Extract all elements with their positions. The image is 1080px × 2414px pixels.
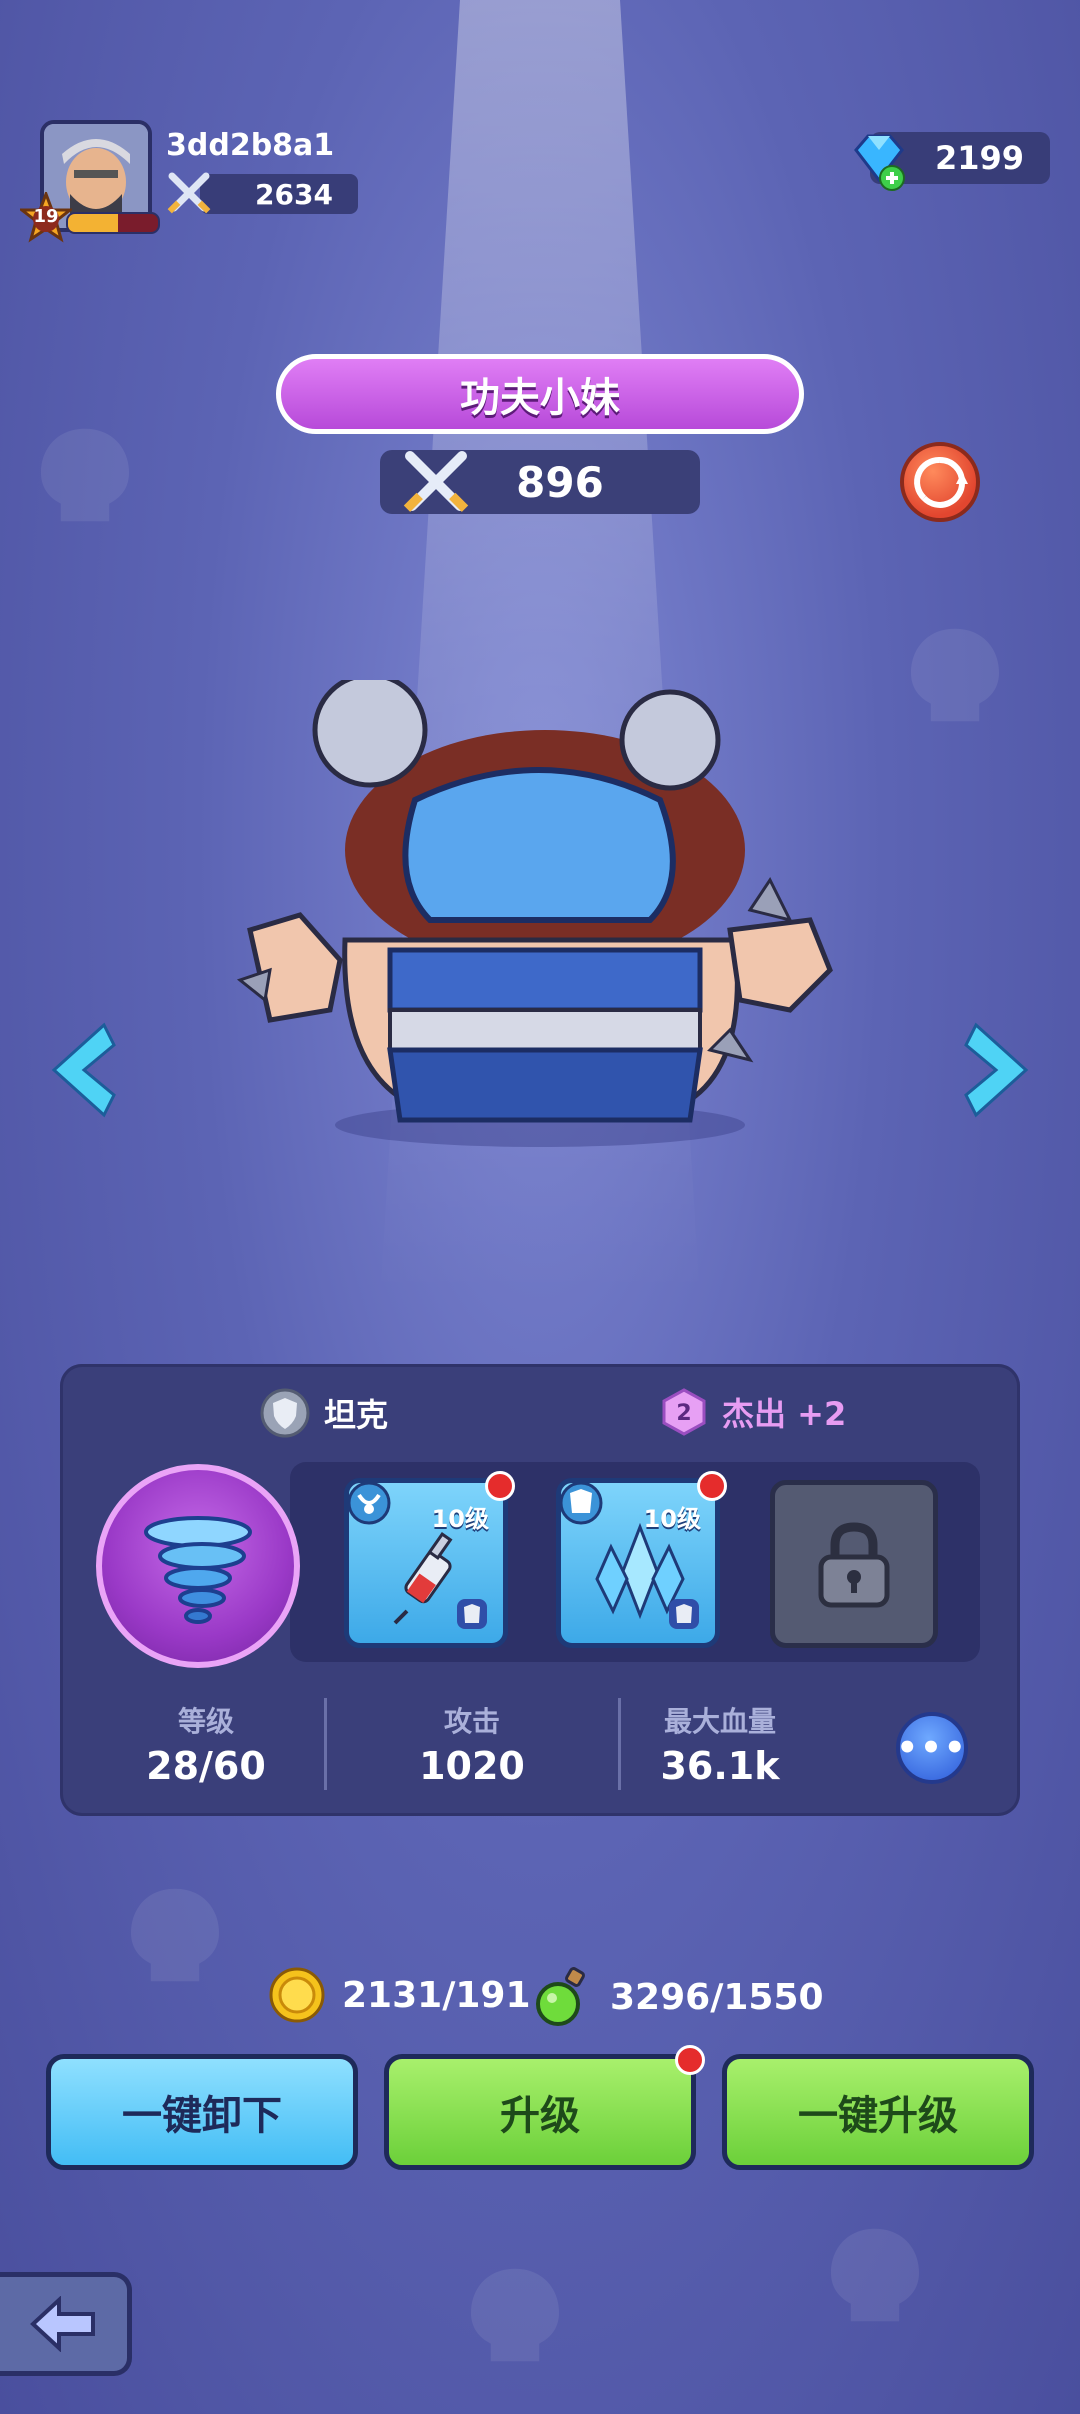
player-username: 3dd2b8a1 [166, 128, 335, 163]
recycle-icon [914, 457, 968, 508]
notification-dot [697, 1471, 727, 1501]
stat-label: 等级 [177, 1705, 234, 1738]
equipment-slot-locked[interactable] [770, 1480, 938, 1648]
upgrade-all-button[interactable]: 一键升级 [722, 2054, 1034, 2170]
equipment-slot-armor[interactable]: 10级 [556, 1471, 727, 1648]
necklace-type-icon [347, 1481, 391, 1525]
hero-rarity: 2 杰出 +2 [660, 1388, 846, 1436]
potion-amount: 3296/1550 [610, 1976, 824, 2018]
player-power-value: 2634 [255, 177, 333, 211]
skull-pattern-icon [911, 628, 999, 722]
xp-bar-fill [68, 214, 118, 232]
notification-dot [675, 2045, 705, 2075]
hero-role-label: 坦克 [324, 1396, 389, 1434]
stat-value: 1020 [419, 1744, 525, 1788]
rarity-hexagon-icon: 2 [662, 1388, 706, 1436]
hero-power-value: 896 [516, 457, 604, 507]
skull-pattern-icon [831, 2228, 919, 2322]
stat-level: 等级 28/60 [86, 1700, 326, 1788]
gold-coin-icon [269, 1967, 325, 2023]
armor-mini-icon [669, 1599, 699, 1629]
skull-pattern-icon [471, 2268, 559, 2362]
rarity-level-number: 2 [676, 1401, 691, 1426]
player-power-pill: 2634 [200, 174, 358, 214]
coin-resource: 2131/191 [268, 1966, 531, 2024]
skull-pattern-icon [41, 428, 129, 522]
crossed-swords-icon [167, 172, 211, 214]
back-arrow-icon [29, 2296, 95, 2352]
hero-role: 坦克 [260, 1388, 388, 1438]
skull-pattern-icon [131, 1888, 219, 1982]
gem-count: 2199 [934, 139, 1024, 177]
hero-rarity-label: 杰出 +2 [722, 1395, 847, 1433]
stat-label: 最大血量 [663, 1705, 776, 1738]
player-level-badge: 19 [17, 189, 75, 244]
tornado-skill-icon [144, 1516, 252, 1624]
hero-name-banner: 功夫小妹 [276, 354, 804, 434]
hero-skill-orb[interactable] [96, 1464, 300, 1668]
stat-divider [324, 1698, 327, 1790]
upgrade-button-label: 升级 [500, 2093, 580, 2139]
next-hero-arrow-icon[interactable] [956, 1020, 1036, 1120]
stat-value: 36.1k [660, 1744, 780, 1788]
notification-dot [485, 1471, 515, 1501]
previous-hero-arrow-icon[interactable] [44, 1020, 124, 1120]
armor-type-icon [559, 1481, 603, 1525]
shield-icon [260, 1388, 310, 1438]
stat-label: 攻击 [443, 1705, 500, 1738]
coin-amount: 2131/191 [342, 1974, 531, 2016]
stat-value: 28/60 [146, 1744, 266, 1788]
potion-resource: 3296/1550 [532, 1966, 824, 2028]
xp-bar [66, 212, 160, 234]
back-button[interactable] [0, 2272, 132, 2376]
lock-icon [818, 1522, 890, 1608]
upgrade-button[interactable]: 升级 [384, 2045, 705, 2170]
hero-character-illustration [236, 680, 833, 1147]
stat-attack: 攻击 1020 [352, 1700, 592, 1788]
green-potion-icon [536, 1967, 585, 2026]
refresh-skin-button[interactable] [900, 442, 980, 522]
crossed-swords-icon [403, 451, 469, 512]
unequip-all-button[interactable]: 一键卸下 [46, 2054, 358, 2170]
player-level-number: 19 [33, 206, 59, 227]
equipment-slot-weapon[interactable]: 10级 [344, 1471, 515, 1648]
armor-mini-icon [457, 1599, 487, 1629]
more-stats-button[interactable]: ••• [896, 1712, 968, 1784]
stat-max-hp: 最大血量 36.1k [600, 1700, 840, 1788]
diamond-add-icon[interactable] [844, 126, 914, 196]
